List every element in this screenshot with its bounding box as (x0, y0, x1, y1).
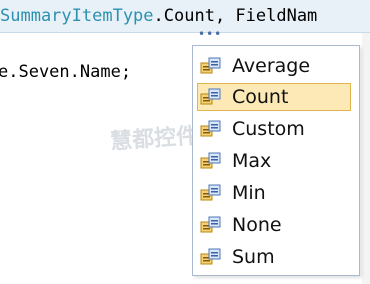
completion-item-none[interactable]: None (197, 211, 351, 239)
enum-member-icon (200, 216, 221, 233)
enum-member-icon (200, 152, 221, 169)
enum-member-icon (200, 120, 221, 137)
enum-member-icon (200, 57, 221, 74)
enum-member-icon (200, 88, 221, 105)
smart-tag-dots[interactable]: ••• (198, 28, 222, 40)
completion-item-label: None (232, 214, 282, 236)
completion-item-sum[interactable]: Sum (197, 243, 351, 271)
editor-scroll-edge (362, 33, 370, 284)
completion-item-min[interactable]: Min (197, 179, 351, 207)
completion-item-custom[interactable]: Custom (197, 115, 351, 143)
completion-item-count[interactable]: Count (197, 83, 351, 111)
completion-item-average[interactable]: Average (197, 52, 351, 80)
completion-item-label: Average (232, 55, 311, 77)
type-name-token: SummaryItemType (0, 6, 154, 26)
completion-item-label: Max (232, 150, 272, 172)
code-text-token: e.Seven.Name; (0, 62, 132, 82)
completion-item-label: Sum (232, 246, 275, 268)
code-rest-token: .Count, FieldNam (153, 6, 318, 26)
completion-item-label: Count (232, 86, 289, 108)
enum-member-icon (200, 248, 221, 265)
code-line-next[interactable]: e.Seven.Name; (0, 56, 131, 88)
code-line-current[interactable]: SummaryItemType.Count, FieldNam (0, 0, 370, 33)
completion-item-max[interactable]: Max (197, 147, 351, 175)
intellisense-completion-list[interactable]: Average Count Custom Max Min None Sum (192, 45, 360, 276)
completion-item-label: Custom (232, 118, 305, 140)
completion-item-label: Min (232, 182, 266, 204)
enum-member-icon (200, 184, 221, 201)
